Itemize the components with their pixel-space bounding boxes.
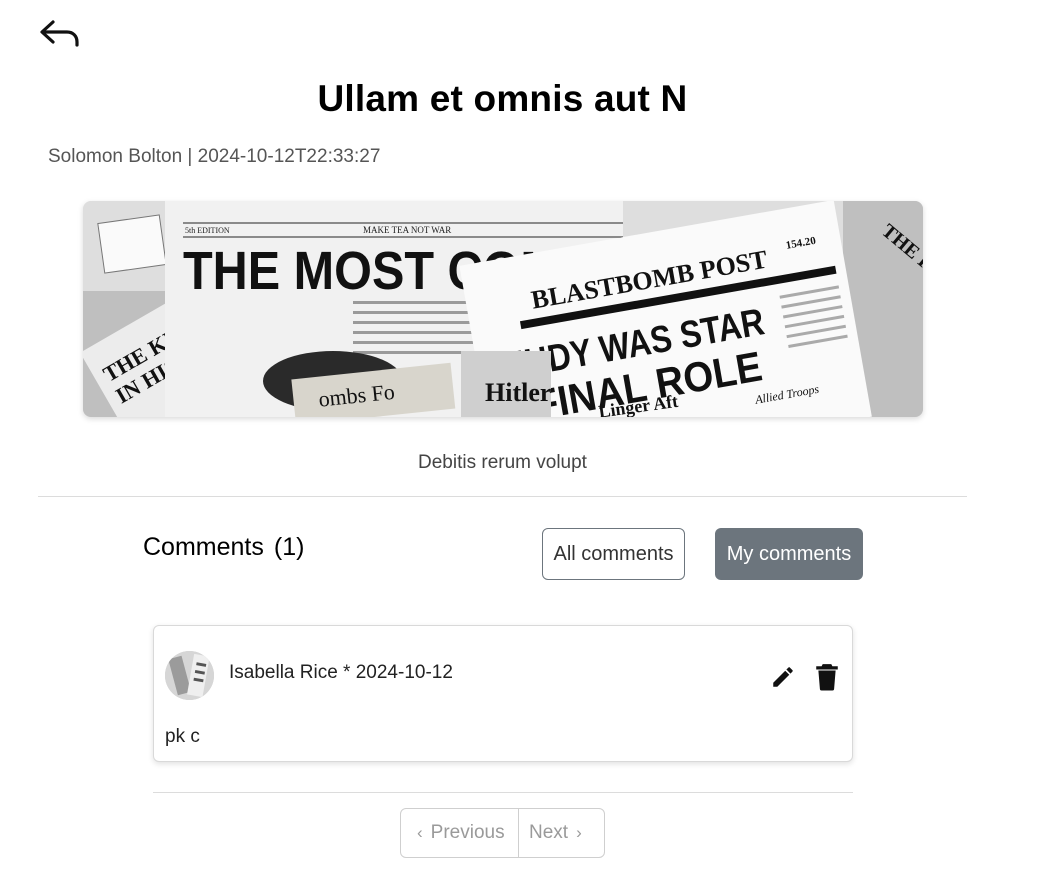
next-label: Next bbox=[529, 822, 569, 843]
post-title: Ullam et omnis aut N bbox=[317, 78, 688, 119]
post-image: THE KING D IN HIS SLEE 5th EDITION MAKE … bbox=[83, 201, 923, 417]
image-edition: 5th EDITION bbox=[185, 226, 230, 235]
image-snippet-2: Hitler bbox=[485, 378, 551, 407]
post-caption: Debitis rerum volupt bbox=[418, 452, 587, 473]
all-comments-button[interactable]: All comments bbox=[542, 528, 685, 580]
back-arrow-icon bbox=[40, 20, 79, 47]
pagination-divider bbox=[153, 792, 853, 793]
back-button[interactable] bbox=[34, 14, 84, 54]
comment-author-date: Isabella Rice * 2024-10-12 bbox=[229, 662, 453, 683]
comment-card: Isabella Rice * 2024-10-12 pk c bbox=[153, 625, 853, 762]
delete-comment-button[interactable] bbox=[811, 661, 843, 693]
avatar bbox=[165, 651, 214, 700]
chevron-right-icon: › bbox=[576, 823, 582, 842]
next-page-button[interactable]: Next › bbox=[519, 809, 604, 857]
comment-text: pk c bbox=[165, 726, 200, 747]
pagination: ‹ Previous Next › bbox=[400, 808, 605, 858]
my-comments-button[interactable]: My comments bbox=[715, 528, 863, 580]
edit-comment-button[interactable] bbox=[767, 661, 799, 693]
chevron-left-icon: ‹ bbox=[417, 823, 423, 842]
comments-heading: Comments (1) bbox=[143, 533, 304, 562]
section-divider bbox=[38, 496, 967, 497]
image-masthead: MAKE TEA NOT WAR bbox=[363, 225, 451, 235]
comments-count: (1) bbox=[273, 533, 305, 561]
comments-label: Comments bbox=[143, 533, 264, 561]
post-meta: Solomon Bolton | 2024-10-12T22:33:27 bbox=[48, 146, 381, 167]
pencil-icon bbox=[773, 667, 793, 687]
trash-icon bbox=[816, 664, 838, 691]
previous-label: Previous bbox=[430, 822, 505, 843]
previous-page-button[interactable]: ‹ Previous bbox=[401, 809, 519, 857]
